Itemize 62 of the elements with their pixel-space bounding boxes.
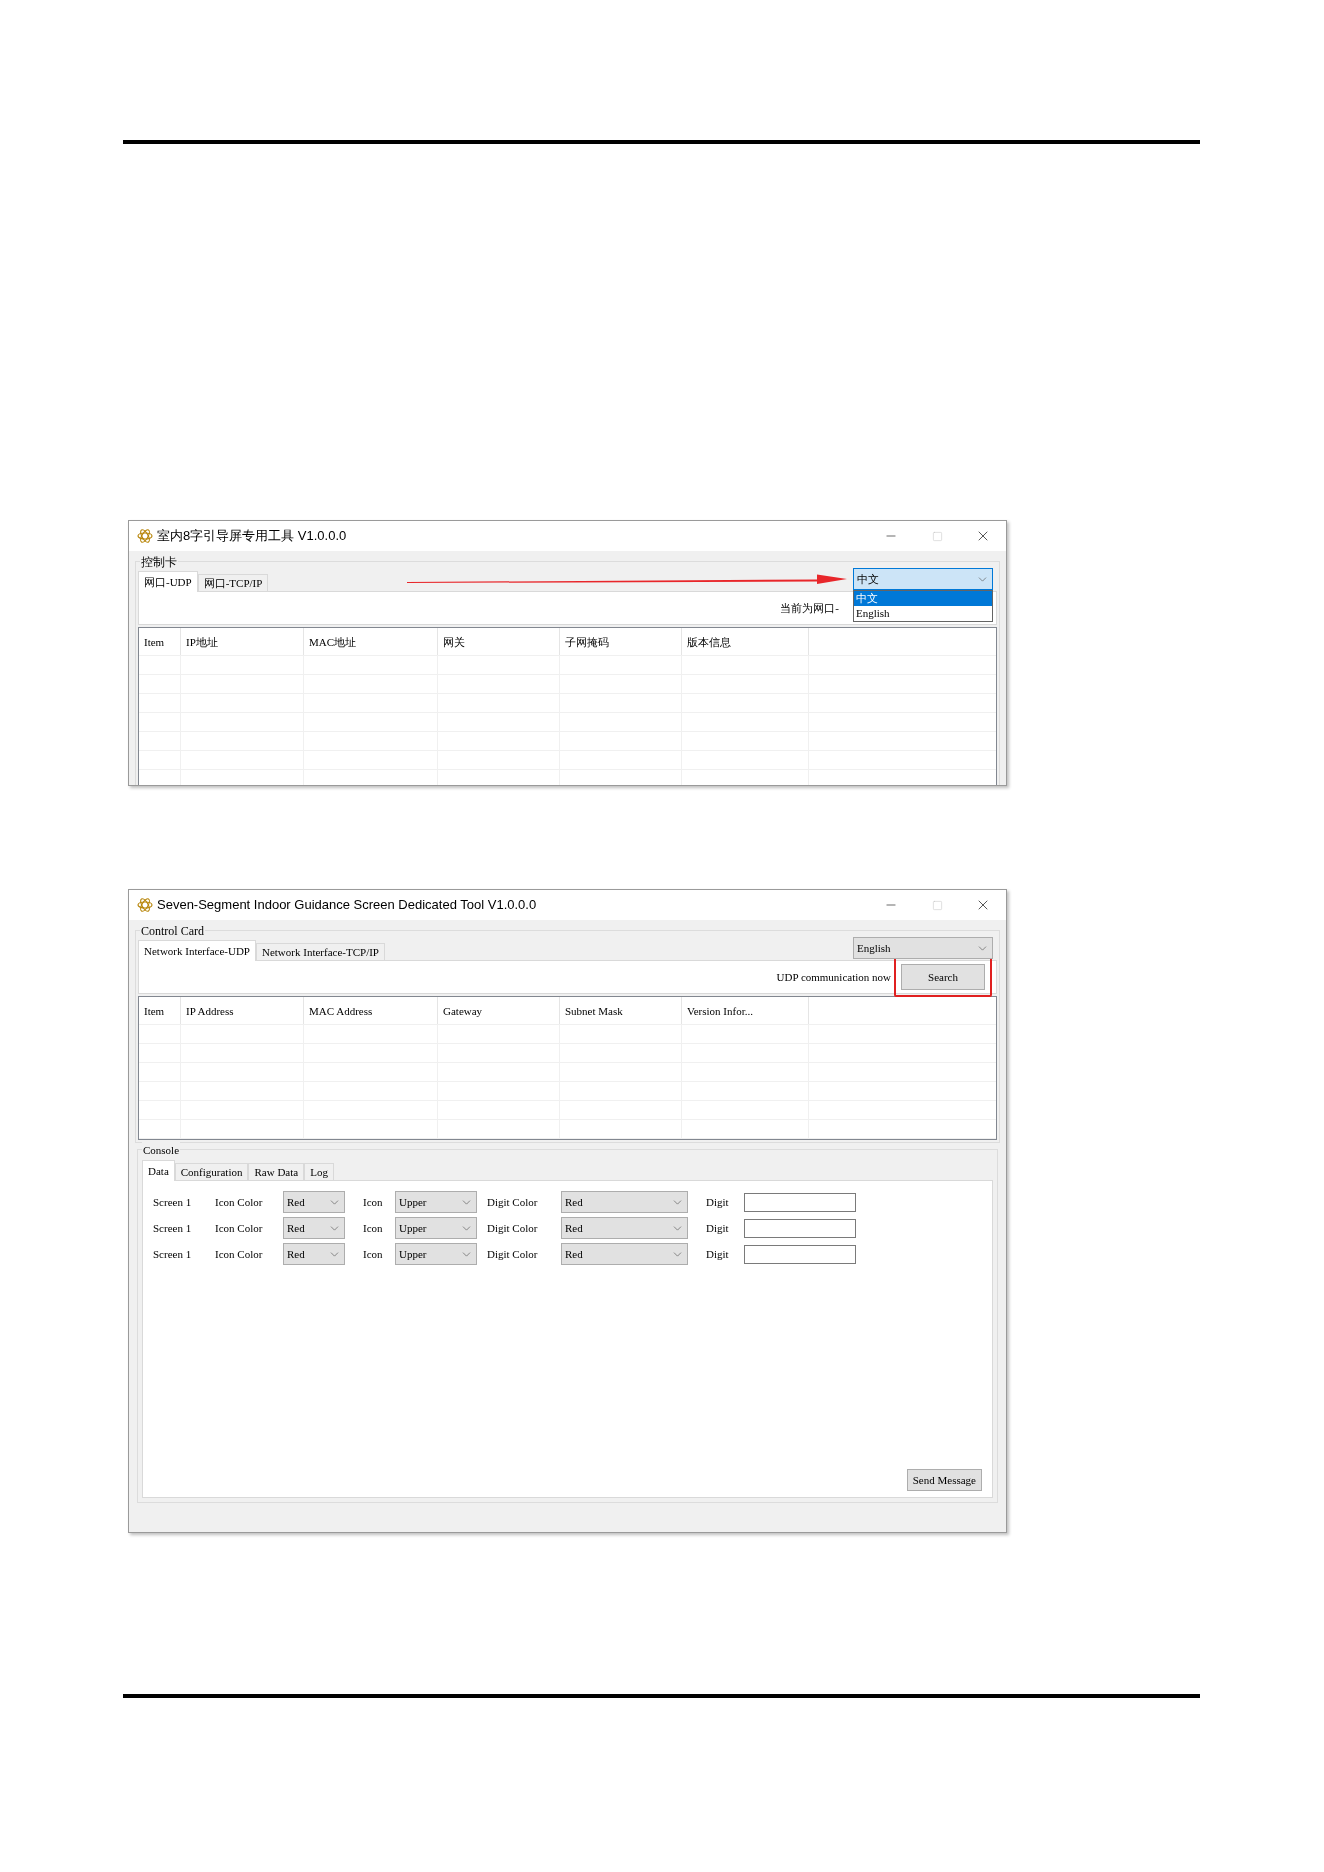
dropdown-option[interactable]: 中文 [854,591,992,606]
field-label: Digit Color [487,1246,539,1262]
maximize-icon [931,530,943,542]
status-text: UDP communication now [776,969,891,985]
column-header[interactable]: IP地址 [181,628,304,655]
field-label: Icon [363,1194,384,1210]
column-header[interactable]: Gateway [438,997,560,1024]
app-logo-icon [137,897,153,913]
app-logo-icon [137,528,153,544]
dropdown[interactable]: Red [283,1217,345,1239]
field-label: Icon [363,1220,384,1236]
tab[interactable]: Log [304,1163,334,1181]
dropdown[interactable]: Upper [395,1191,477,1213]
field-label: Icon Color [215,1246,264,1262]
column-header[interactable]: MAC Address [304,997,438,1024]
tab[interactable]: 网口-UDP [138,571,198,592]
tab[interactable]: Data [142,1160,175,1181]
column-header[interactable]: IP Address [181,997,304,1024]
column-header[interactable]: Version Infor... [682,997,809,1024]
dropdown[interactable]: Red [561,1191,688,1213]
dropdown[interactable]: Upper [395,1217,477,1239]
dropdown[interactable]: Red [283,1243,345,1265]
digit-field[interactable] [744,1192,856,1212]
dropdown[interactable]: Red [561,1217,688,1239]
tab[interactable]: 网口-TCP/IP [197,574,269,592]
column-header[interactable]: Item [139,628,181,655]
screen-label: Screen 1 [153,1220,193,1236]
column-header[interactable]: MAC地址 [304,628,438,655]
screen-label: Screen 1 [153,1194,193,1210]
window-title: Seven-Segment Indoor Guidance Screen Dedicated Tool V1.0.0.0 [157,896,537,915]
column-header[interactable]: 网关 [438,628,560,655]
tab[interactable]: Network Interface-TCP/IP [256,943,385,961]
dropdown[interactable]: Upper [395,1243,477,1265]
field-label: Digit [706,1220,730,1236]
group-label: 控制卡 [140,553,178,571]
column-header[interactable]: Item [139,997,181,1024]
window-title: 室内8字引导屏专用工具 V1.0.0.0 [157,527,347,546]
field-label: Icon Color [215,1220,264,1236]
dropdown[interactable]: Red [283,1191,345,1213]
tab[interactable]: Configuration [174,1163,249,1181]
dropdown[interactable]: 中文 [853,568,993,590]
field-label: Digit Color [487,1220,539,1236]
field-label: Icon Color [215,1194,264,1210]
tab[interactable]: Network Interface-UDP [138,940,256,961]
digit-field[interactable] [744,1218,856,1238]
field-label: Digit Color [487,1194,539,1210]
column-header[interactable]: 版本信息 [682,628,809,655]
screen-label: Screen 1 [153,1246,193,1262]
tab[interactable]: Raw Data [248,1163,305,1181]
field-label: Icon [363,1246,384,1262]
maximize-icon [931,899,943,911]
field-label: Digit [706,1194,730,1210]
dropdown[interactable]: English [853,937,993,959]
dropdown[interactable]: Red [561,1243,688,1265]
send-message-button[interactable]: Send Message [906,1469,982,1491]
status-text: 当前为网口- [780,600,839,616]
digit-field[interactable] [744,1244,856,1264]
column-header[interactable]: 子网掩码 [560,628,682,655]
dropdown-option[interactable]: English [854,606,992,621]
column-header[interactable]: Subnet Mask [560,997,682,1024]
search-button[interactable]: Search [901,964,985,991]
field-label: Digit [706,1246,730,1262]
